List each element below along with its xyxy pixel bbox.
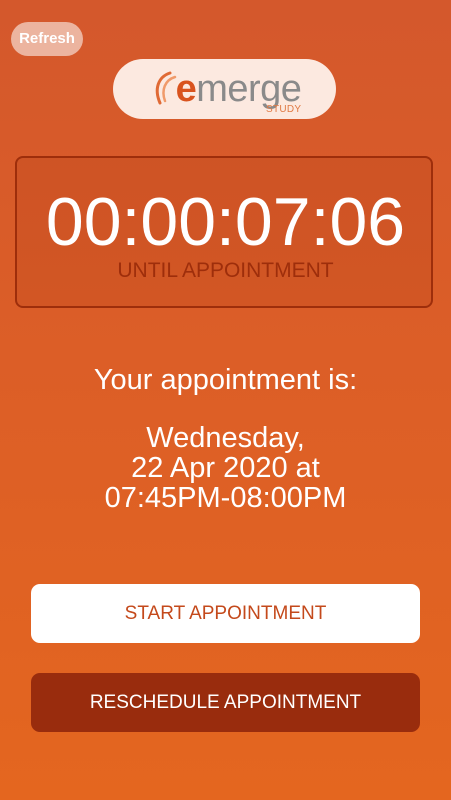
- appointment-time: 07:45PM-08:00PM: [104, 482, 347, 514]
- logo-subtitle: STUDY: [266, 104, 302, 115]
- logo-swoosh-icon: [155, 71, 176, 105]
- appointment-heading: Your appointment is:: [93, 364, 358, 396]
- refresh-button[interactable]: Refresh: [11, 22, 83, 56]
- appointment-datetime: Wednesday, 22 Apr 2020 at 07:45PM-08:00P…: [0, 423, 451, 513]
- appointment-day: Wednesday,: [146, 422, 305, 454]
- reschedule-appointment-button[interactable]: RESCHEDULE APPOINTMENT: [31, 673, 420, 732]
- logo-wordmark: emerge: [175, 68, 302, 110]
- appointment-date: 22 Apr 2020 at: [131, 452, 320, 484]
- emerge-study-logo: emerge STUDY: [113, 59, 336, 119]
- start-appointment-button[interactable]: START APPOINTMENT: [31, 584, 420, 643]
- countdown-timer: 00:00:07:06: [45, 184, 406, 260]
- countdown-label: UNTIL APPOINTMENT: [117, 259, 334, 282]
